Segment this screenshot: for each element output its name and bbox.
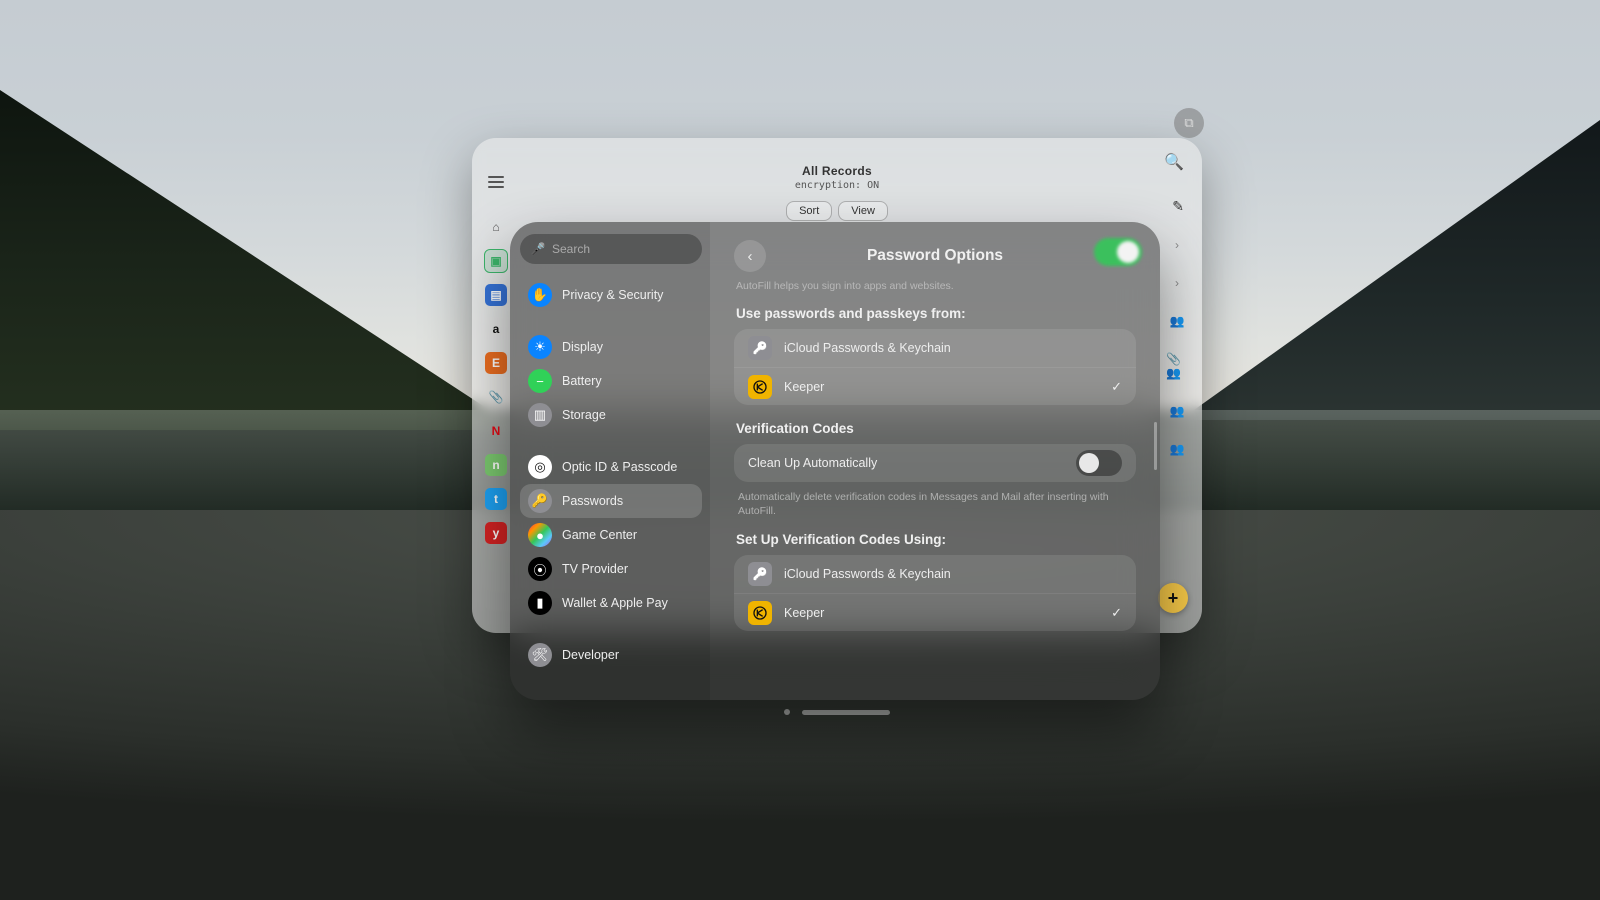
folder-icon[interactable]: ▣ [485,250,507,272]
window-grabber[interactable] [784,709,890,715]
checkmark-icon: ✓ [1111,605,1122,621]
sidebar-item-label: Developer [562,648,619,662]
hamburger-icon[interactable] [488,176,504,188]
sidebar-item-game-center[interactable]: ● Game Center [520,518,702,552]
provider-row-icloud-keychain[interactable]: iCloud Passwords & Keychain [734,329,1136,367]
edit-icon[interactable]: ✎ [1172,198,1184,215]
grabber-bar [802,710,890,715]
sidebar-item-passwords[interactable]: 🔑 Passwords [520,484,702,518]
sidebar-item-privacy-security[interactable]: ✋ Privacy & Security [520,278,702,312]
scroll-indicator [1154,422,1157,470]
settings-sidebar: 🎤 ✋ Privacy & Security ☀ Display −Battery ▥ St… [510,222,710,700]
mic-search-icon: 🎤 [530,241,546,257]
sidebar-item-label: Storage [562,408,606,422]
sidebar-item-label: Game Center [562,528,637,542]
cleanup-row[interactable]: Clean Up Automatically [734,444,1136,482]
yelp-icon[interactable]: y [485,522,507,544]
records-right-rail: › › 👥 📎 👥 👥 👥 [1166,238,1188,456]
autofill-help: AutoFill helps you sign into apps and we… [736,280,1136,292]
list-affordance[interactable]: 👥 [1170,442,1185,456]
keeper-icon [748,601,772,625]
wallet-icon: ▮ [528,591,552,615]
list-affordance[interactable]: › [1175,276,1179,290]
sidebar-item-storage[interactable]: ▥ Storage [520,398,702,432]
providers-group: iCloud Passwords & Keychain Keeper ✓ [734,329,1136,405]
sidebar-item-wallet[interactable]: ▮ Wallet & Apple Pay [520,586,702,620]
records-subtitle: encryption: ON [472,180,1202,191]
developer-icon: 🛠 [528,643,552,667]
sidebar-item-label: Display [562,340,603,354]
files-icon[interactable]: ▤ [485,284,507,306]
cleanup-toggle[interactable] [1076,450,1122,476]
green-icon[interactable]: n [485,454,507,476]
attach-icon[interactable]: 📎 [485,386,507,408]
settings-detail: ‹ Password Options AutoFill helps you si… [710,222,1160,700]
sort-button[interactable]: Sort [786,201,832,221]
list-affordance[interactable]: 📎 👥 [1166,352,1188,380]
window-overlay-button[interactable]: ⧉ [1174,108,1204,138]
use-from-label: Use passwords and passkeys from: [736,306,1136,321]
back-button[interactable]: ‹ [734,240,766,272]
sidebar-item-label: TV Provider [562,562,628,576]
storage-icon: ▥ [528,403,552,427]
view-button[interactable]: View [838,201,888,221]
key-icon [748,562,772,586]
sidebar-item-label: Optic ID & Passcode [562,460,677,474]
cleanup-label: Clean Up Automatically [748,456,1064,470]
twitter-icon[interactable]: t [485,488,507,510]
netflix-icon[interactable]: N [485,420,507,442]
search-icon[interactable]: 🔍 [1164,152,1184,172]
tv-provider-icon: ⦿ [528,557,552,581]
provider-label: Keeper [784,380,1099,394]
key-icon [748,336,772,360]
amazon-icon[interactable]: a [485,318,507,340]
setup-provider-row-icloud-keychain[interactable]: iCloud Passwords & Keychain [734,555,1136,593]
sidebar-item-tv-provider[interactable]: ⦿ TV Provider [520,552,702,586]
wallpaper-trees-right [1180,120,1600,420]
wallpaper-trees-left [0,90,520,430]
sidebar-item-label: Passwords [562,494,623,508]
provider-row-keeper[interactable]: Keeper ✓ [734,367,1136,405]
detail-title: Password Options [867,247,1003,265]
setup-providers-group: iCloud Passwords & Keychain Keeper ✓ [734,555,1136,631]
sidebar-item-developer[interactable]: 🛠 Developer [520,638,702,672]
setup-label: Set Up Verification Codes Using: [736,532,1136,547]
setup-provider-row-keeper[interactable]: Keeper ✓ [734,593,1136,631]
optic-id-icon: ◎ [528,455,552,479]
game-center-icon: ● [528,523,552,547]
battery-icon: − [528,369,552,393]
setup-provider-label: iCloud Passwords & Keychain [784,567,1122,581]
sidebar-item-label: Wallet & Apple Pay [562,596,668,610]
list-affordance[interactable]: 👥 [1170,404,1185,418]
autofill-toggle[interactable] [1094,238,1142,266]
grabber-dot [784,709,790,715]
search-input[interactable] [520,234,702,264]
sidebar-item-battery[interactable]: −Battery [520,364,702,398]
sidebar-item-display[interactable]: ☀ Display [520,330,702,364]
sidebar-item-optic-id[interactable]: ◎ Optic ID & Passcode [520,450,702,484]
checkmark-icon: ✓ [1111,379,1122,395]
sidebar-item-label: Battery [562,374,602,388]
settings-panel: 🎤 ✋ Privacy & Security ☀ Display −Battery ▥ St… [510,222,1160,700]
records-mini-sidebar: ⌂ ▣ ▤ aE 📎 Nnty [482,216,510,544]
privacy-security-icon: ✋ [528,283,552,307]
list-affordance[interactable]: 👥 [1170,314,1185,328]
sidebar-item-label: Privacy & Security [562,288,663,302]
verification-label: Verification Codes [736,421,1136,436]
display-icon: ☀ [528,335,552,359]
home-icon[interactable]: ⌂ [485,216,507,238]
list-affordance[interactable]: › [1175,238,1179,252]
cleanup-caption: Automatically delete verification codes … [738,490,1132,518]
setup-provider-label: Keeper [784,606,1099,620]
cleanup-group: Clean Up Automatically [734,444,1136,482]
passwords-icon: 🔑 [528,489,552,513]
records-title: All Records [472,164,1202,178]
provider-label: iCloud Passwords & Keychain [784,341,1122,355]
add-button[interactable]: + [1158,583,1188,613]
etsy-icon[interactable]: E [485,352,507,374]
keeper-icon [748,375,772,399]
